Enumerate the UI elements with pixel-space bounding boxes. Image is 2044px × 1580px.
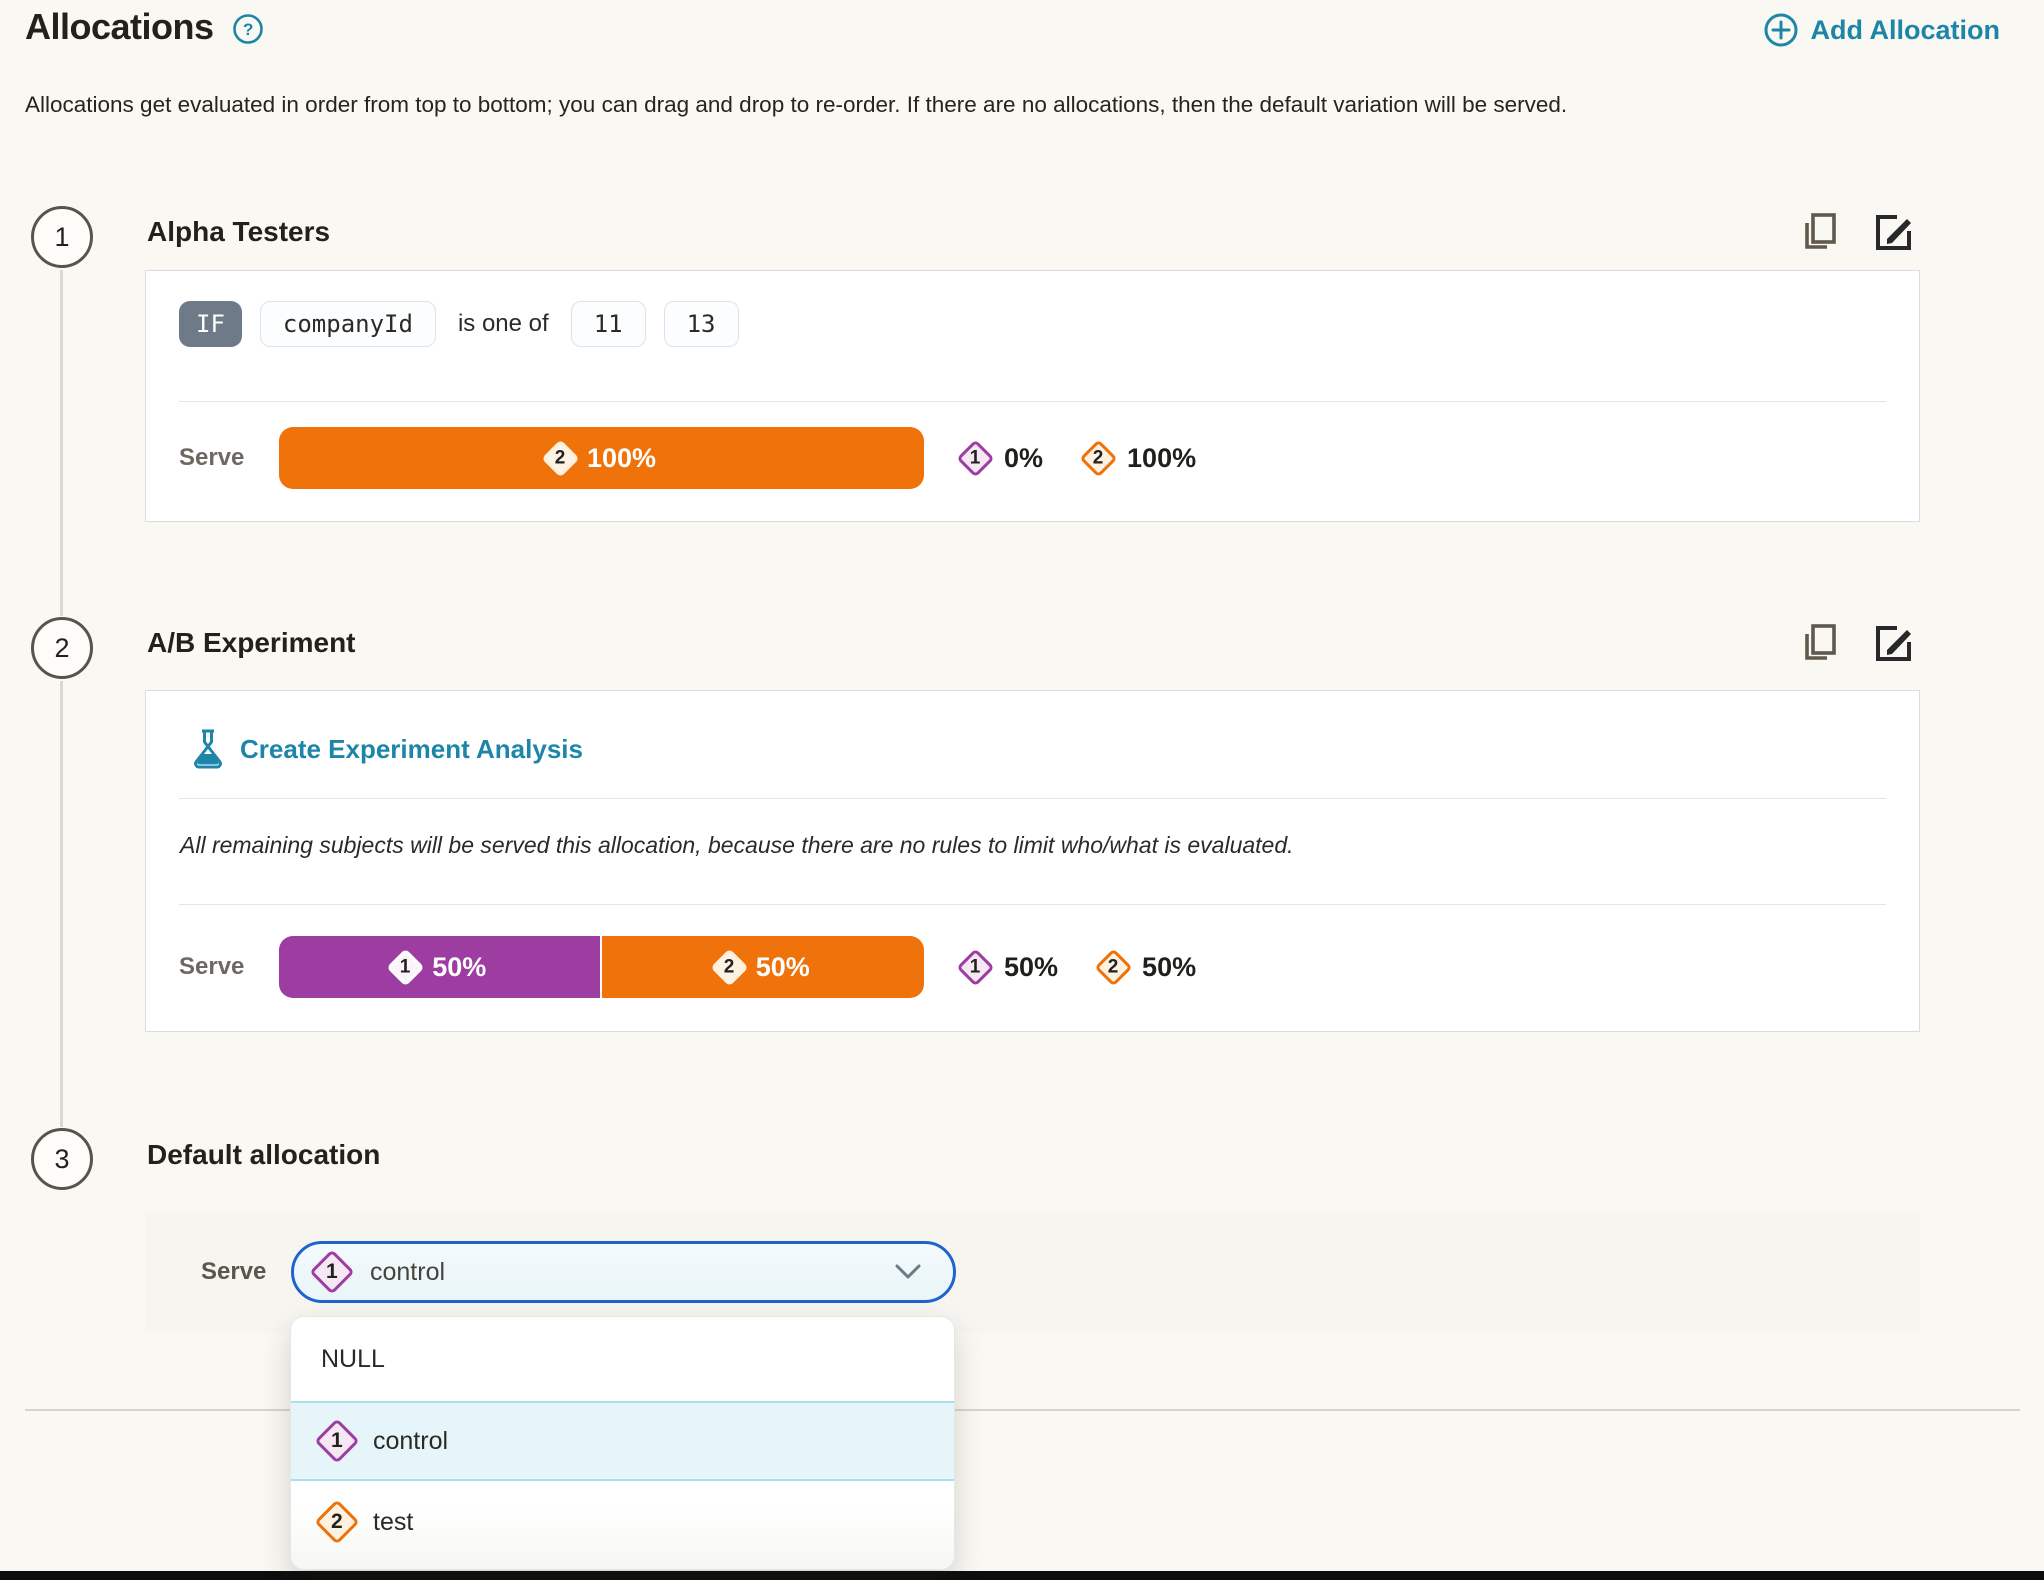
page-title-row: Allocations ? <box>25 6 264 48</box>
variation-2-diamond-icon: 2 <box>1094 947 1133 987</box>
allocations-description: Allocations get evaluated in order from … <box>25 92 1568 117</box>
step-connector-line <box>60 270 63 616</box>
add-allocation-button[interactable]: Add Allocation <box>1763 12 2001 48</box>
edit-icon[interactable] <box>1872 210 1916 254</box>
legend-item-variation-1: 1 50% <box>956 947 1059 987</box>
serve-row: Serve 1 50% 2 50% 1 50% 2 50% <box>179 936 1886 998</box>
step-number-3: 3 <box>31 1128 93 1190</box>
option-label: test <box>373 1507 414 1536</box>
select-value: control <box>370 1257 446 1286</box>
variation-legend: 1 0% 2 100% <box>956 438 1197 478</box>
option-label: NULL <box>321 1344 385 1373</box>
legend-item-variation-2: 2 100% <box>1079 438 1197 478</box>
rule-attribute-chip: companyId <box>259 301 436 347</box>
flask-icon <box>193 729 223 769</box>
card-divider <box>179 401 1886 402</box>
bar-segment-variation-2: 2 50% <box>601 936 924 998</box>
step-connector-line <box>60 681 63 1127</box>
window-bottom-edge <box>0 1571 2044 1580</box>
svg-text:?: ? <box>243 20 253 39</box>
legend-item-variation-1: 1 0% <box>956 438 1044 478</box>
allocation-bar: 2 100% <box>279 427 924 489</box>
variation-1-diamond-icon: 1 <box>956 438 995 478</box>
card-divider <box>179 904 1886 905</box>
bar-segment-percent: 50% <box>755 951 810 982</box>
serve-row: Serve 2 100% 1 0% 2 100% <box>179 427 1886 489</box>
plus-circle-icon <box>1763 12 1799 48</box>
allocation-2-title: A/B Experiment <box>147 627 356 658</box>
variation-2-diamond-icon: 2 <box>541 438 580 478</box>
serve-label: Serve <box>179 953 245 980</box>
serve-label: Serve <box>179 444 245 471</box>
serve-label: Serve <box>201 1258 267 1285</box>
dropdown-option-null[interactable]: NULL <box>291 1317 954 1401</box>
help-icon[interactable]: ? <box>232 9 264 45</box>
page-title: Allocations <box>25 6 214 47</box>
rule-operator: is one of <box>457 310 549 337</box>
create-experiment-analysis-label: Create Experiment Analysis <box>240 733 583 764</box>
allocation-2-card: Create Experiment Analysis All remaining… <box>145 690 1920 1032</box>
allocation-2-actions <box>1798 621 1916 665</box>
allocation-bar: 1 50% 2 50% <box>279 936 924 998</box>
dropdown-option-control[interactable]: 1 control <box>291 1401 954 1481</box>
legend-percent: 100% <box>1127 442 1197 473</box>
legend-percent: 50% <box>1004 951 1059 982</box>
rule-row: IF companyId is one of 11 13 <box>179 301 739 347</box>
if-chip: IF <box>179 301 242 347</box>
variation-2-diamond-icon: 2 <box>710 947 749 987</box>
duplicate-icon[interactable] <box>1798 621 1840 665</box>
bar-segment-variation-1: 1 50% <box>279 936 602 998</box>
rule-value-chip: 11 <box>570 301 646 347</box>
edit-icon[interactable] <box>1872 621 1916 665</box>
card-divider <box>179 798 1886 799</box>
allocation-note: All remaining subjects will be served th… <box>180 832 1294 858</box>
step-number-1: 1 <box>31 206 93 268</box>
legend-item-variation-2: 2 50% <box>1094 947 1197 987</box>
bar-segment-variation-2: 2 100% <box>279 427 924 489</box>
allocation-1-actions <box>1798 210 1916 254</box>
variation-2-diamond-icon: 2 <box>314 1499 360 1545</box>
legend-percent: 0% <box>1004 442 1044 473</box>
allocation-1-title: Alpha Testers <box>147 216 331 247</box>
variation-2-diamond-icon: 2 <box>1079 438 1118 478</box>
variation-1-diamond-icon: 1 <box>386 947 425 987</box>
variation-legend: 1 50% 2 50% <box>956 947 1197 987</box>
duplicate-icon[interactable] <box>1798 210 1840 254</box>
option-label: control <box>373 1426 449 1455</box>
step-number-2: 2 <box>31 617 93 679</box>
chevron-down-icon <box>893 1262 923 1282</box>
default-allocation-panel: Serve 1 control <box>145 1211 1920 1333</box>
allocation-3-title: Default allocation <box>147 1139 381 1170</box>
variation-dropdown-menu: NULL 1 control 2 test <box>290 1316 955 1570</box>
variation-1-diamond-icon: 1 <box>314 1418 360 1464</box>
variation-1-diamond-icon: 1 <box>309 1249 355 1295</box>
bar-segment-percent: 100% <box>586 442 657 473</box>
add-allocation-label: Add Allocation <box>1810 14 2001 45</box>
rule-value-chip: 13 <box>663 301 739 347</box>
bar-segment-percent: 50% <box>432 951 487 982</box>
allocation-1-card: IF companyId is one of 11 13 Serve 2 100… <box>145 270 1920 522</box>
dropdown-option-test[interactable]: 2 test <box>291 1481 954 1563</box>
create-experiment-analysis-link[interactable]: Create Experiment Analysis <box>193 729 583 769</box>
variation-1-diamond-icon: 1 <box>956 947 995 987</box>
default-variation-select[interactable]: 1 control <box>291 1241 956 1303</box>
allocations-page: Allocations ? Add Allocation Allocations… <box>0 0 2044 1580</box>
legend-percent: 50% <box>1142 951 1197 982</box>
